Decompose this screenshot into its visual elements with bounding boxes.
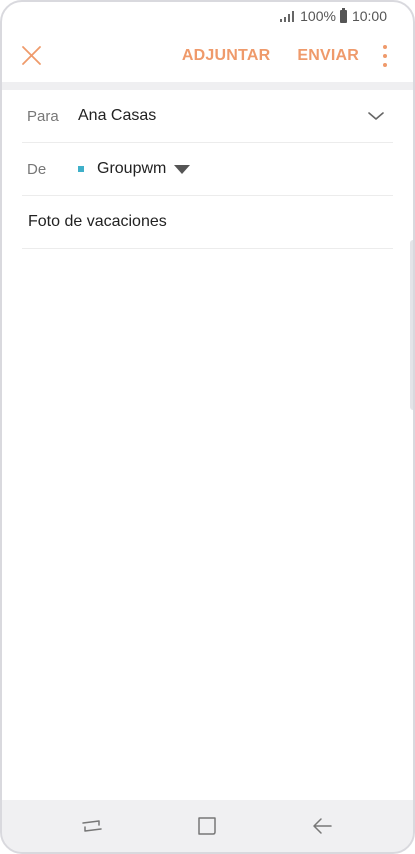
signal-icon [280,10,295,22]
clock: 10:00 [351,8,387,24]
message-body[interactable] [22,250,393,796]
toolbar-actions: ADJUNTAR ENVIAR [155,32,389,80]
from-field-row: De Groupwm [22,143,393,196]
send-button[interactable]: ENVIAR [297,47,359,65]
status-bar: 100% 10:00 [0,0,415,32]
to-field-row[interactable]: Para Ana Casas [22,90,393,143]
more-vertical-icon[interactable] [381,45,389,67]
from-account-select[interactable]: Groupwm [78,160,191,178]
from-account: Groupwm [97,160,167,177]
to-recipient[interactable]: Ana Casas [78,107,156,125]
from-label: De [27,160,47,178]
side-button [410,240,415,410]
chevron-down-icon[interactable] [367,107,385,125]
navigation-bar [2,800,413,852]
recent-apps-icon[interactable] [80,814,104,838]
dropdown-caret-icon [174,164,191,174]
battery-icon [339,7,347,23]
attach-button[interactable]: ADJUNTAR [182,47,270,65]
subject-input[interactable] [22,213,393,231]
close-icon[interactable] [20,44,44,68]
subject-field-row [22,196,393,249]
back-icon[interactable] [310,814,334,838]
home-icon[interactable] [195,814,219,838]
account-color-dot [78,166,84,172]
compose-toolbar: ADJUNTAR ENVIAR [0,32,415,80]
compose-screen: 100% 10:00 ADJUNTAR ENVIAR Para Ana Casa… [0,0,415,854]
battery-percent: 100% [300,8,336,24]
to-label: Para [27,107,59,125]
toolbar-divider [0,82,415,90]
